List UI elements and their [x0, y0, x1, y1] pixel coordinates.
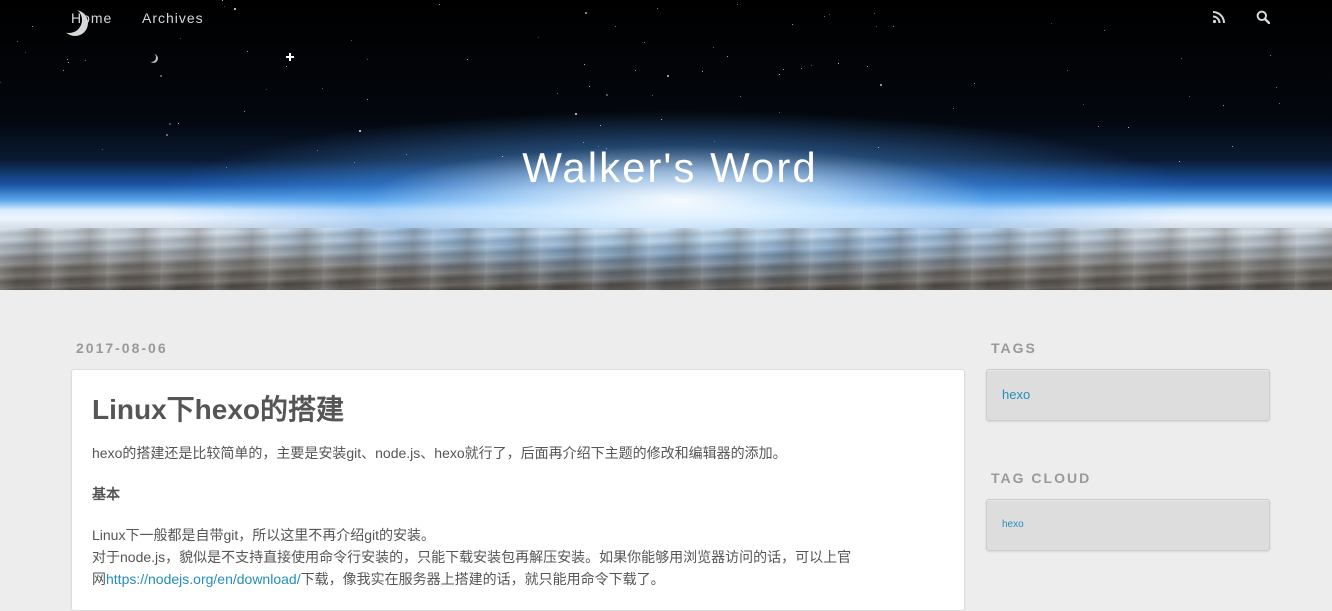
star	[244, 111, 245, 112]
star	[538, 37, 539, 38]
nodejs-download-link[interactable]: https://nodejs.org/en/download/	[106, 571, 301, 587]
star	[727, 56, 728, 57]
star	[811, 65, 812, 66]
star	[575, 113, 577, 115]
star	[702, 71, 703, 72]
post-line-download: 网https://nodejs.org/en/download/下载，像我实在服…	[92, 568, 665, 590]
banner-clouds	[0, 228, 1332, 290]
site-title[interactable]: Walker's Word	[0, 144, 1332, 192]
star	[467, 59, 468, 60]
star	[880, 84, 882, 86]
star	[867, 66, 868, 67]
star	[367, 99, 368, 100]
star	[584, 64, 585, 65]
rss-icon[interactable]	[1212, 10, 1226, 24]
star	[801, 68, 802, 69]
star	[783, 69, 784, 70]
tags-widget-title: TAGS	[991, 340, 1037, 356]
star	[351, 40, 352, 41]
tag-link-hexo[interactable]: hexo	[1002, 387, 1030, 402]
star	[25, 52, 26, 53]
post-intro: hexo的搭建还是比较简单的，主要是安装git、node.js、hexo就行了，…	[92, 445, 787, 461]
tag-cloud-widget: hexo	[986, 499, 1270, 551]
star	[63, 70, 64, 71]
star	[779, 112, 780, 113]
post-line-prefix: 网	[92, 571, 106, 587]
article-card: Linux下hexo的搭建 hexo的搭建还是比较简单的，主要是安装git、no…	[71, 369, 965, 611]
star	[359, 130, 361, 132]
star	[169, 123, 171, 125]
nav-archives-link[interactable]: Archives	[142, 10, 204, 26]
star	[68, 62, 69, 63]
post-date[interactable]: 2017-08-06	[76, 340, 168, 356]
star	[713, 47, 714, 48]
tag-cloud-widget-title: TAG CLOUD	[991, 470, 1092, 486]
star	[367, 59, 368, 60]
star	[635, 70, 636, 71]
star	[1223, 105, 1224, 106]
post-title[interactable]: Linux下hexo的搭建	[92, 388, 344, 428]
tags-widget: hexo	[986, 369, 1270, 421]
star	[652, 95, 653, 96]
star	[1098, 126, 1099, 127]
star	[1270, 55, 1271, 56]
tag-cloud-link-hexo[interactable]: hexo	[1002, 519, 1024, 530]
star	[714, 141, 715, 142]
star	[953, 108, 954, 109]
post-section-heading: 基本	[92, 486, 120, 502]
star	[1276, 87, 1277, 88]
main-nav: Home Archives	[0, 0, 1332, 36]
star	[0, 82, 1, 83]
star	[322, 88, 323, 89]
star	[600, 125, 601, 126]
star	[589, 86, 590, 87]
post-line-git: Linux下一般都是自带git，所以这里不再介绍git的安装。	[92, 527, 436, 543]
post-line-suffix: 下载，像我实在服务器上搭建的话，就只能用命令下载了。	[300, 571, 665, 587]
star	[266, 89, 267, 90]
star-icon	[286, 53, 294, 61]
star	[166, 134, 168, 136]
star	[583, 142, 584, 143]
star	[85, 60, 86, 61]
star	[779, 74, 780, 75]
star	[838, 63, 839, 64]
star	[180, 38, 181, 39]
star	[1128, 127, 1129, 128]
star	[178, 123, 179, 124]
star	[644, 42, 645, 43]
star	[661, 119, 662, 120]
star	[974, 83, 975, 84]
star	[740, 96, 741, 97]
star	[160, 75, 162, 77]
star	[247, 51, 248, 52]
star	[1189, 96, 1190, 97]
star	[1181, 58, 1182, 59]
star	[1083, 104, 1084, 105]
star	[1067, 70, 1068, 71]
star	[557, 93, 558, 94]
star	[1279, 103, 1280, 104]
small-moon-icon	[149, 54, 158, 63]
star	[17, 41, 18, 42]
star	[67, 59, 68, 60]
star	[286, 66, 287, 67]
header-banner: Home Archives Walker's Word	[0, 0, 1332, 290]
nav-home-link[interactable]: Home	[71, 10, 112, 26]
post-line-node: 对于node.js，貌似是不支持直接使用命令行安装的，只能下载安装包再解压安装。…	[92, 549, 852, 565]
star	[606, 94, 608, 96]
search-icon[interactable]	[1256, 10, 1271, 25]
star	[667, 75, 669, 77]
